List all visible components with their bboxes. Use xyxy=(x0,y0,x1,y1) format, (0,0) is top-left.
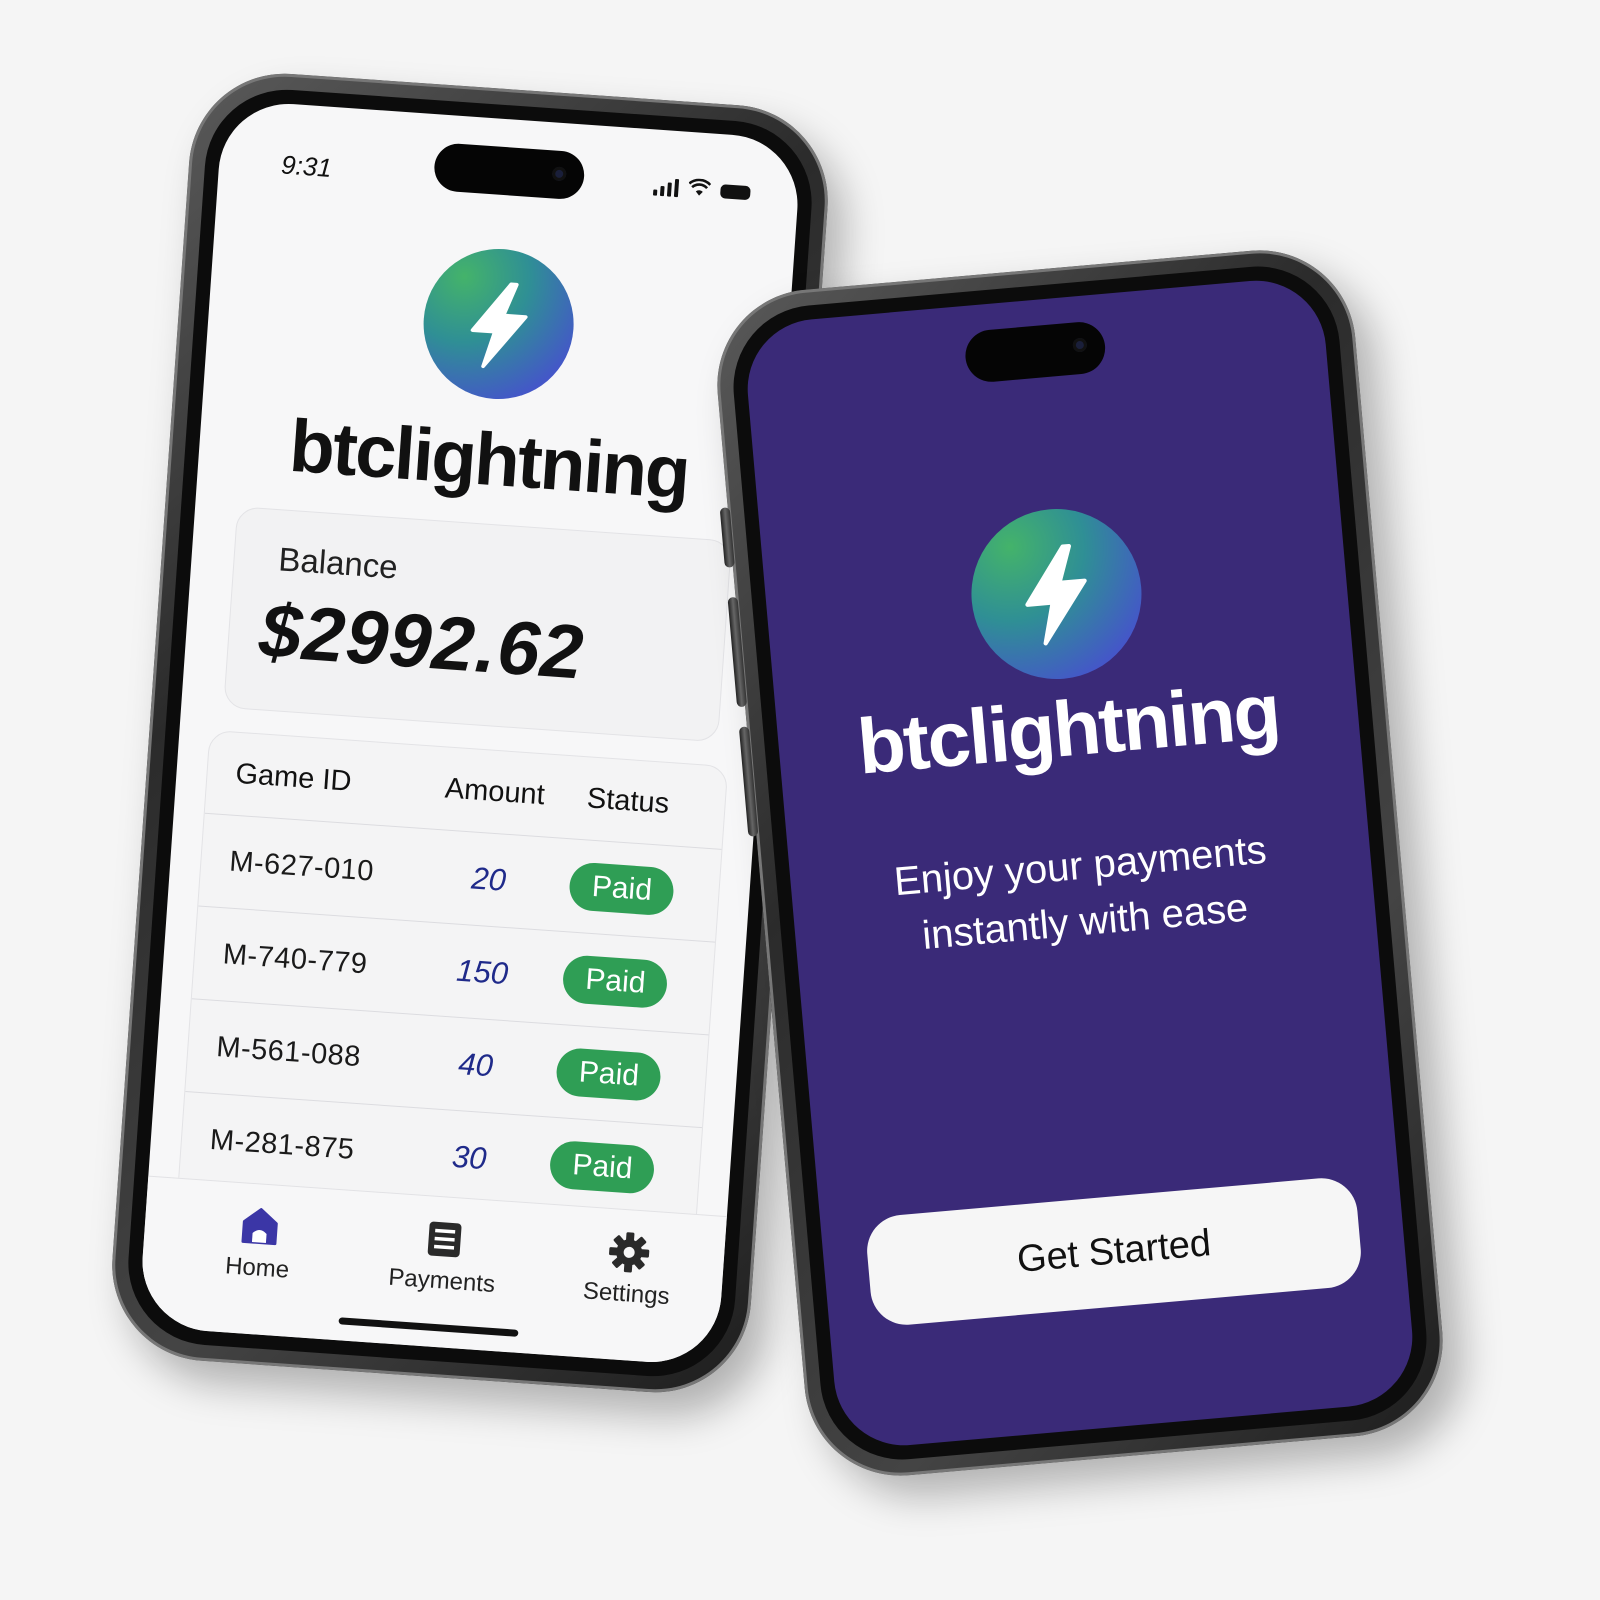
status-bar: 9:31 xyxy=(217,99,802,229)
column-header-status: Status xyxy=(585,781,671,820)
list-icon xyxy=(427,1221,462,1258)
home-screen: 9:31 btclightning Balance $2992.62 Game … xyxy=(137,99,803,1367)
tab-label-settings: Settings xyxy=(582,1277,671,1311)
mockup-stage: 9:31 btclightning Balance $2992.62 Game … xyxy=(0,0,1600,1600)
dynamic-island xyxy=(963,319,1108,384)
amount: 30 xyxy=(450,1138,488,1177)
game-id: M-627-010 xyxy=(228,845,375,888)
phone-bezel: 9:31 btclightning Balance $2992.62 Game … xyxy=(122,84,818,1382)
balance-amount: $2992.62 xyxy=(256,588,587,696)
amount: 150 xyxy=(455,952,510,992)
status-badge: Paid xyxy=(548,1139,657,1195)
status-badge: Paid xyxy=(561,954,669,1010)
balance-label: Balance xyxy=(277,540,399,586)
tab-label-payments: Payments xyxy=(387,1263,496,1299)
camera-icon xyxy=(551,166,567,182)
lightning-bolt-icon xyxy=(964,501,1149,687)
status-badge: Paid xyxy=(568,861,676,917)
phone-home-screen: 9:31 btclightning Balance $2992.62 Game … xyxy=(105,67,835,1399)
brand-name: btclightning xyxy=(854,666,1283,791)
status-time: 9:31 xyxy=(280,149,333,183)
tab-payments[interactable]: Payments xyxy=(356,1212,531,1302)
tab-label-home: Home xyxy=(224,1252,291,1284)
camera-icon xyxy=(1072,337,1088,353)
dynamic-island xyxy=(432,142,586,201)
home-indicator[interactable] xyxy=(338,1317,519,1337)
lightning-bolt-icon xyxy=(418,243,579,405)
home-icon xyxy=(241,1208,278,1246)
get-started-button[interactable]: Get Started xyxy=(864,1175,1364,1328)
brand-name: btclightning xyxy=(287,403,692,515)
gear-icon xyxy=(609,1232,650,1273)
game-id: M-740-779 xyxy=(221,937,369,980)
tab-home[interactable]: Home xyxy=(171,1199,346,1289)
game-id: M-561-088 xyxy=(215,1030,363,1073)
status-icons xyxy=(652,176,751,205)
amount: 40 xyxy=(457,1046,495,1084)
tagline: Enjoy your payments instantly with ease xyxy=(829,816,1337,971)
tab-settings[interactable]: Settings xyxy=(540,1224,715,1314)
battery-icon xyxy=(719,184,751,201)
phone-welcome-screen: btclightning Enjoy your payments instant… xyxy=(709,242,1451,1484)
column-header-game-id: Game ID xyxy=(234,757,353,798)
column-header-amount: Amount xyxy=(443,771,546,811)
phone-bezel: btclightning Enjoy your payments instant… xyxy=(726,259,1434,1467)
wifi-icon xyxy=(688,178,712,201)
balance-card: Balance $2992.62 xyxy=(223,506,733,743)
amount: 20 xyxy=(470,860,508,898)
status-badge: Paid xyxy=(555,1046,663,1103)
signal-icon xyxy=(652,177,680,198)
welcome-screen: btclightning Enjoy your payments instant… xyxy=(741,274,1419,1452)
game-id: M-281-875 xyxy=(208,1123,356,1166)
transactions-table: Game ID Amount Status M-627-010 20 Paid … xyxy=(176,729,729,1237)
